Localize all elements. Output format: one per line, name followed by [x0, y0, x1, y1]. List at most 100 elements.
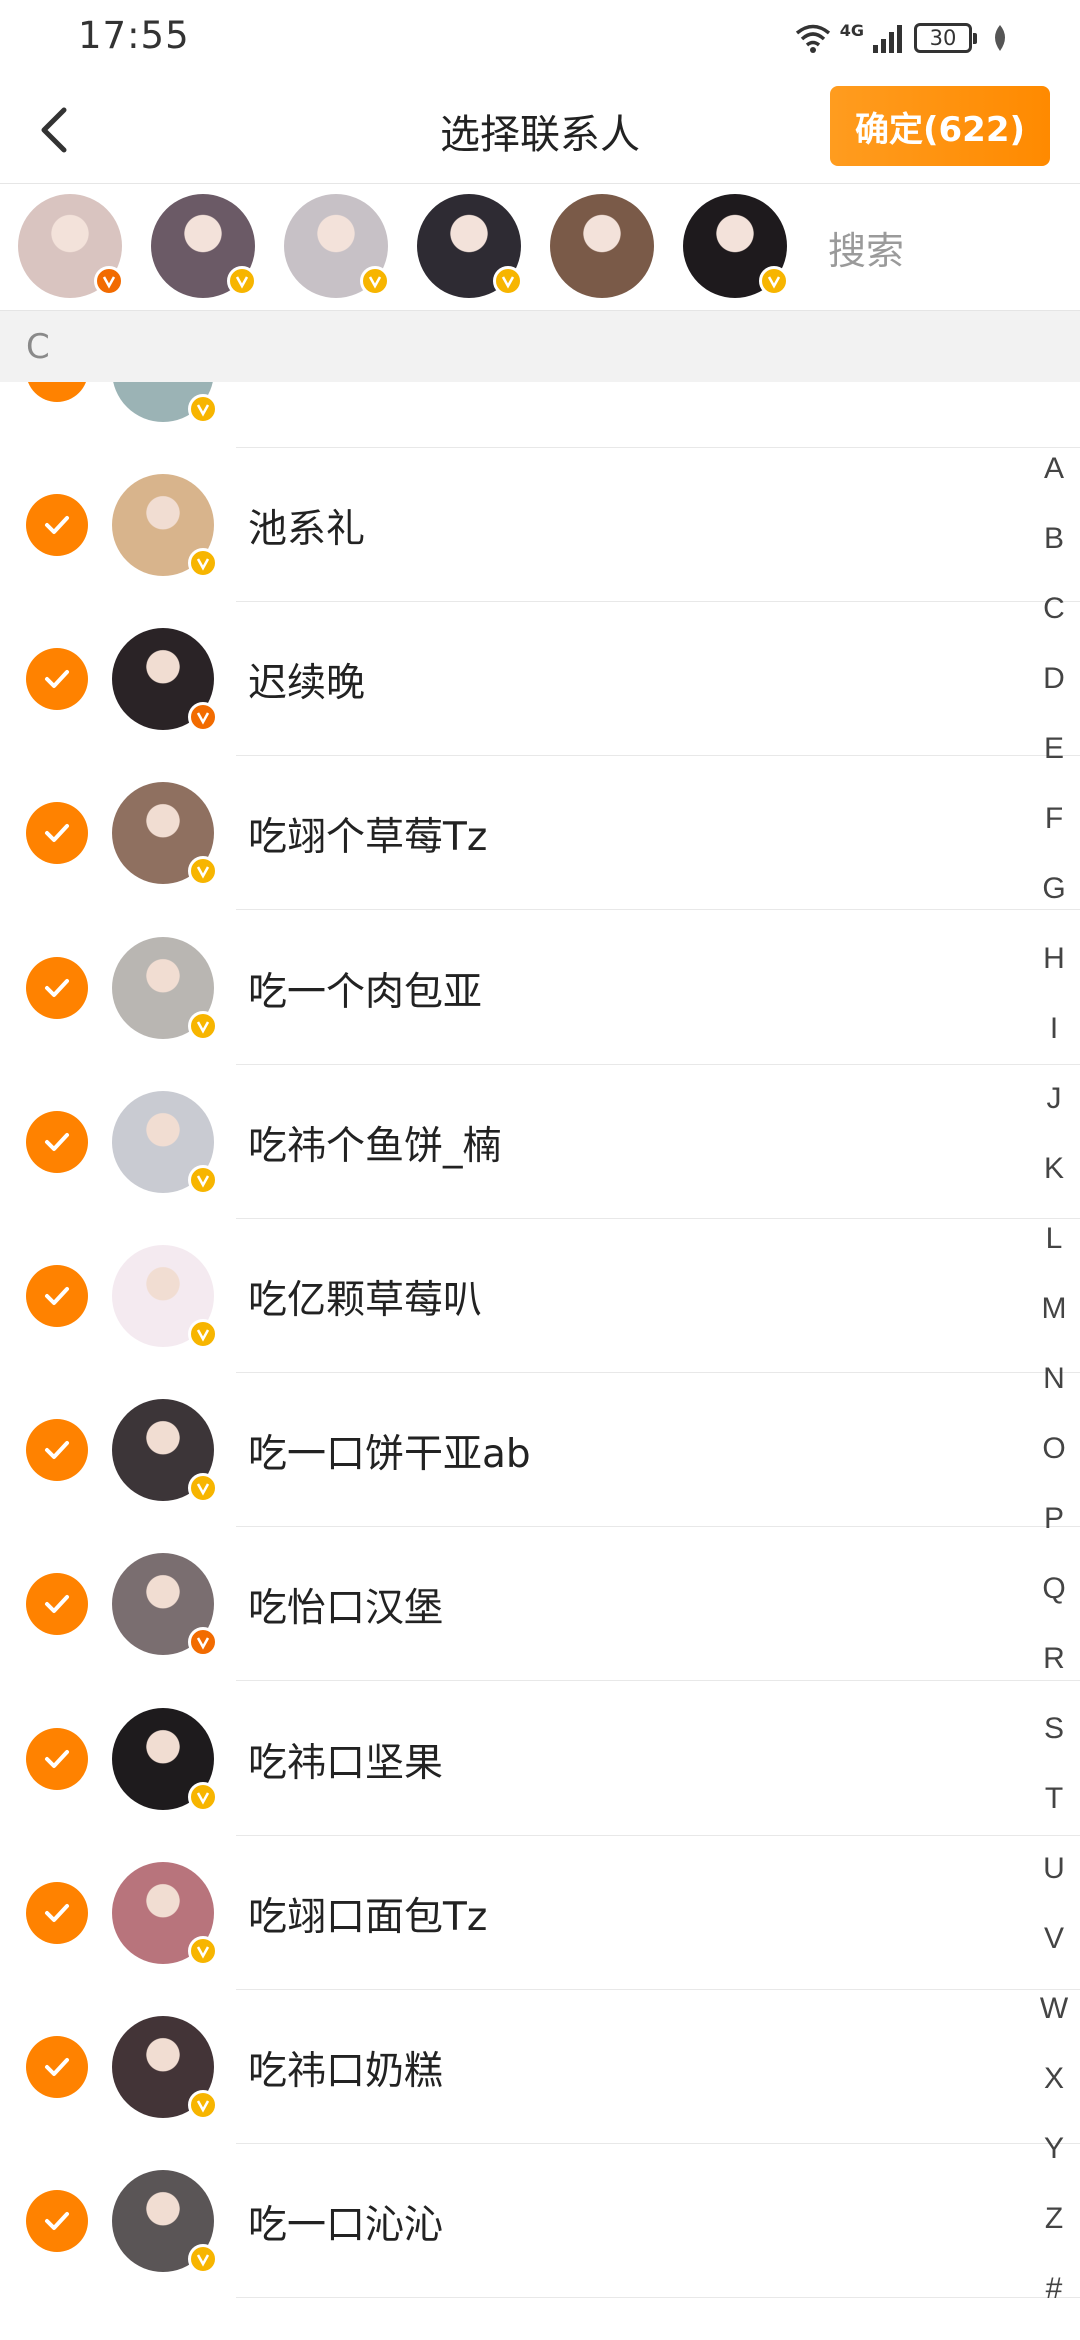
checkmark-icon [45, 1903, 69, 1922]
contact-name: 迟续晚 [248, 661, 366, 707]
network-type-label: 4G [839, 20, 864, 40]
index-letter[interactable]: D [1032, 662, 1076, 696]
index-letter[interactable]: J [1032, 1082, 1076, 1116]
checked-icon[interactable] [26, 648, 88, 711]
contact-name: 吃翊个草莓Tz [248, 815, 488, 861]
checkmark-icon [40, 382, 74, 388]
checkmark-icon [45, 1441, 69, 1460]
checked-icon[interactable] [26, 382, 88, 402]
contact-row[interactable]: 池系礼 [0, 448, 1080, 602]
contact-name: 吃翊口面包Tz [248, 1894, 488, 1940]
selected-avatar[interactable] [549, 194, 654, 298]
avatar [112, 628, 218, 733]
contact-row[interactable]: 迟续晚 [0, 602, 1080, 757]
index-letter[interactable]: Q [1032, 1572, 1076, 1606]
contact-name: 吃怡口汉堡 [248, 1586, 444, 1632]
checkmark-icon [45, 2212, 69, 2231]
checkmark-icon [45, 2058, 69, 2076]
contact-row[interactable]: 吃祎口坚果 [0, 1682, 1080, 1836]
checked-icon[interactable] [26, 1110, 88, 1173]
index-letter[interactable]: U [1032, 1852, 1076, 1886]
index-letter[interactable]: F [1032, 802, 1076, 836]
checked-icon[interactable] [26, 1573, 88, 1636]
section-letter: C [26, 327, 50, 367]
contact-row[interactable]: 吃一口饼干亚ab [0, 1373, 1080, 1528]
verified-badge-icon [188, 1010, 218, 1041]
index-letter[interactable]: I [1032, 1012, 1076, 1046]
index-letter[interactable]: B [1032, 522, 1076, 556]
index-letter[interactable]: S [1032, 1712, 1076, 1746]
selected-avatar[interactable] [416, 194, 523, 298]
verified-badge-icon [359, 266, 390, 296]
contact-name: 吃一口沁沁 [248, 2203, 444, 2249]
verified-badge-icon [94, 266, 124, 296]
index-letter[interactable]: G [1032, 872, 1076, 906]
status-time: 17:55 [78, 14, 190, 57]
contact-row[interactable]: 吃祎个鱼饼_楠 [0, 1065, 1080, 1219]
index-letter[interactable]: K [1032, 1152, 1076, 1186]
contact-row-partial[interactable] [0, 382, 1080, 448]
index-letter[interactable]: H [1032, 942, 1076, 976]
index-letter[interactable]: M [1032, 1292, 1076, 1326]
battery-level: 30 [929, 26, 957, 50]
checked-icon[interactable] [26, 1727, 88, 1790]
index-letter[interactable]: C [1032, 592, 1076, 626]
wifi-icon [795, 24, 830, 53]
status-icons: 4G 30 [794, 18, 1010, 58]
contact-row[interactable]: 吃一口沁沁 [0, 2144, 1080, 2299]
selected-avatar[interactable] [682, 194, 789, 298]
index-letter[interactable]: V [1032, 1922, 1076, 1956]
leaf-icon [995, 25, 1005, 51]
index-letter[interactable]: L [1032, 1222, 1076, 1256]
index-letter[interactable]: W [1032, 1992, 1076, 2026]
contact-name: 吃亿颗草莓叭 [248, 1278, 483, 1323]
verified-badge-icon [188, 1473, 218, 1504]
avatar [112, 1399, 218, 1504]
contact-row[interactable]: 吃怡口汉堡 [0, 1527, 1080, 1682]
selected-avatar[interactable] [150, 194, 257, 298]
contact-row[interactable]: 吃亿颗草莓叭 [0, 1219, 1080, 1373]
index-letter[interactable]: A [1032, 452, 1076, 486]
index-letter[interactable]: Y [1032, 2132, 1076, 2166]
signal-icon [873, 25, 902, 53]
checked-icon[interactable] [26, 494, 88, 556]
checked-icon[interactable] [26, 2190, 88, 2253]
contact-row[interactable]: 吃一个肉包亚 [0, 911, 1080, 1065]
avatar [112, 936, 218, 1041]
checkmark-icon [45, 516, 69, 534]
verified-badge-icon [188, 548, 218, 578]
contact-row[interactable]: 吃翊个草莓Tz [0, 756, 1080, 911]
index-letter[interactable]: R [1032, 1642, 1076, 1676]
index-letter[interactable]: X [1032, 2062, 1076, 2096]
index-letter[interactable]: # [1032, 2272, 1076, 2306]
contact-name: 吃一个肉包亚 [248, 969, 483, 1015]
selected-avatar[interactable] [18, 194, 124, 298]
contact-row[interactable]: 吃祎口奶糕 [0, 1990, 1080, 2144]
index-letter[interactable]: Z [1032, 2202, 1076, 2236]
avatar [112, 2170, 218, 2275]
section-header: C [0, 310, 1080, 382]
verified-badge-icon [188, 2244, 218, 2275]
checkmark-icon [45, 1749, 69, 1768]
index-letter[interactable]: T [1032, 1782, 1076, 1816]
checked-icon[interactable] [26, 1419, 88, 1482]
contact-name: 吃祎口奶糕 [248, 2049, 444, 2094]
confirm-button[interactable]: 确定(622) [830, 86, 1050, 166]
index-letter[interactable]: O [1032, 1432, 1076, 1466]
checked-icon[interactable] [26, 802, 88, 865]
index-letter[interactable]: P [1032, 1502, 1076, 1536]
selected-avatar[interactable] [283, 194, 390, 298]
checkmark-icon [45, 1595, 69, 1614]
nav-bar: 选择联系人 确定(622) [0, 76, 1080, 184]
index-letter[interactable]: N [1032, 1362, 1076, 1396]
checked-icon[interactable] [26, 2036, 88, 2098]
search-input[interactable]: 搜索 [828, 220, 904, 275]
checked-icon[interactable] [26, 956, 88, 1019]
verified-badge-icon [188, 2090, 218, 2120]
contact-row[interactable]: 吃翊口面包Tz [0, 1836, 1080, 1990]
index-letter[interactable]: E [1032, 732, 1076, 766]
verified-badge-icon [758, 266, 789, 296]
verified-badge-icon [188, 1164, 218, 1195]
checked-icon[interactable] [26, 1265, 88, 1327]
checked-icon[interactable] [26, 1881, 88, 1944]
